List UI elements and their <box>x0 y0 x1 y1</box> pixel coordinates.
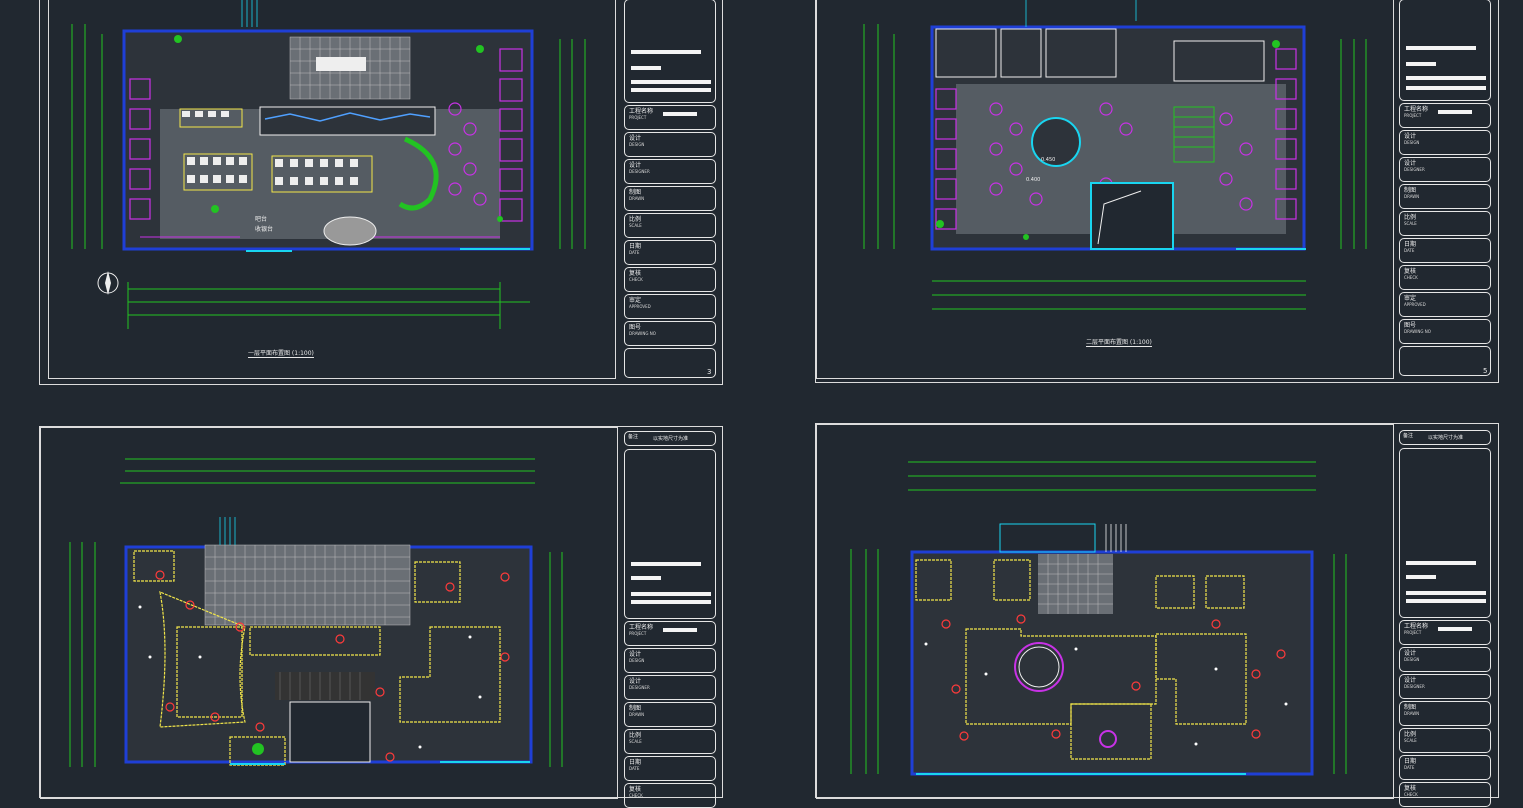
tb-3-scale: 比例 SCALE <box>624 729 716 754</box>
sheet-2: 0.450 0.400 二层平面布置图 (1:100) 5 工程名称 PROJEC… <box>815 0 1499 383</box>
tb-2-check: 复核 CHECK <box>1399 265 1491 290</box>
tb-2-drawn: 制图 DRAWN <box>1399 184 1491 209</box>
floor-plan-level-2: 0.450 0.400 <box>863 0 1367 310</box>
tb-1-approved: 审定 APPROVED <box>624 294 716 319</box>
tb-1-footer <box>624 348 716 378</box>
title-block-4: 备注 以实地尺寸为准 工程名称 PROJECT 设计 DESIGN 设计 DESIGN… <box>1399 430 1491 807</box>
tb-3-note-text: 以实地尺寸为准 <box>653 436 689 442</box>
tb-2-designer: 设计 DESIGNER <box>1399 157 1491 182</box>
tb-4-header <box>1399 448 1491 618</box>
tb-3-drawn: 制图 DRAWN <box>624 702 716 727</box>
tb-4-designer: 设计 DESIGNER <box>1399 674 1491 699</box>
tb-3-design: 设计 DESIGN <box>624 648 716 673</box>
sheet-4: 备注 以实地尺寸为准 工程名称 PROJECT 设计 DESIGN 设计 DESIGN… <box>815 423 1499 807</box>
tb-1-scale: 比例 SCALE <box>624 213 716 238</box>
tb-4-note-text: 以实地尺寸为准 <box>1428 435 1464 441</box>
sheet-2-caption: 二层平面布置图 (1:100) <box>1086 339 1152 347</box>
room-label-bar: 吧台 <box>255 215 267 223</box>
tb-3-note: 备注 以实地尺寸为准 <box>624 431 716 446</box>
tb-3-date: 日期 DATE <box>624 756 716 781</box>
tb-2-date: 日期 DATE <box>1399 238 1491 263</box>
sheet-1: 吧台 收银台 一层平面布置图 (1:100) 3 工程名称 PROJECT 设计 D… <box>39 0 723 385</box>
tb-4-design: 设计 DESIGN <box>1399 647 1491 672</box>
tb-2-footer <box>1399 346 1491 376</box>
tb-4-note: 备注 以实地尺寸为准 <box>1399 430 1491 445</box>
tb-2-header <box>1399 0 1491 101</box>
tb-4-drawn: 制图 DRAWN <box>1399 701 1491 726</box>
tb-2-approved: 审定 APPROVED <box>1399 292 1491 317</box>
tb-4-scale: 比例 SCALE <box>1399 728 1491 753</box>
stage-level-label: 0.450 <box>1041 157 1055 163</box>
tb-1-designer: 设计 DESIGNER <box>624 159 716 184</box>
tb-4-date: 日期 DATE <box>1399 755 1491 780</box>
tb-1-header <box>624 0 716 103</box>
sheet-3: 备注 以实地尺寸为准 工程名称 PROJECT 设计 DESIGN 设计 DESIGN… <box>39 426 723 808</box>
title-block-1: 工程名称 PROJECT 设计 DESIGN 设计 DESIGNER 制图 DRAWN … <box>624 0 716 381</box>
tb-1-project: 工程名称 PROJECT <box>624 105 716 130</box>
mark-level-label: 0.400 <box>1026 177 1040 183</box>
title-block-3: 备注 以实地尺寸为准 工程名称 PROJECT 设计 DESIGN 设计 DESIGN… <box>624 431 716 808</box>
title-block-2: 工程名称 PROJECT 设计 DESIGN 设计 DESIGNER 制图 DRAWN … <box>1399 0 1491 381</box>
tb-1-drawing-no: 图号 DRAWING NO <box>624 321 716 346</box>
ceiling-plan-level-2 <box>850 461 1347 776</box>
tb-1-design: 设计 DESIGN <box>624 132 716 157</box>
tb-4-project: 工程名称 PROJECT <box>1399 620 1491 645</box>
tb-3-project: 工程名称 PROJECT <box>624 621 716 646</box>
tb-2-scale: 比例 SCALE <box>1399 211 1491 236</box>
tb-3-designer: 设计 DESIGNER <box>624 675 716 700</box>
sheet-1-caption: 一层平面布置图 (1:100) <box>248 350 314 358</box>
tb-1-drawn: 制图 DRAWN <box>624 186 716 211</box>
tb-1-check: 复核 CHECK <box>624 267 716 292</box>
ceiling-plan-level-1 <box>69 458 563 767</box>
tb-1-date: 日期 DATE <box>624 240 716 265</box>
tb-2-drawing-no: 图号 DRAWING NO <box>1399 319 1491 344</box>
tb-3-check: 复核 CHECK <box>624 783 716 808</box>
tb-3-header <box>624 449 716 619</box>
room-label-cashier: 收银台 <box>255 225 273 233</box>
floor-plan-level-1: 吧台 收银台 <box>71 0 586 329</box>
tb-2-project: 工程名称 PROJECT <box>1399 103 1491 128</box>
tb-2-design: 设计 DESIGN <box>1399 130 1491 155</box>
tb-4-check: 复核 CHECK <box>1399 782 1491 807</box>
